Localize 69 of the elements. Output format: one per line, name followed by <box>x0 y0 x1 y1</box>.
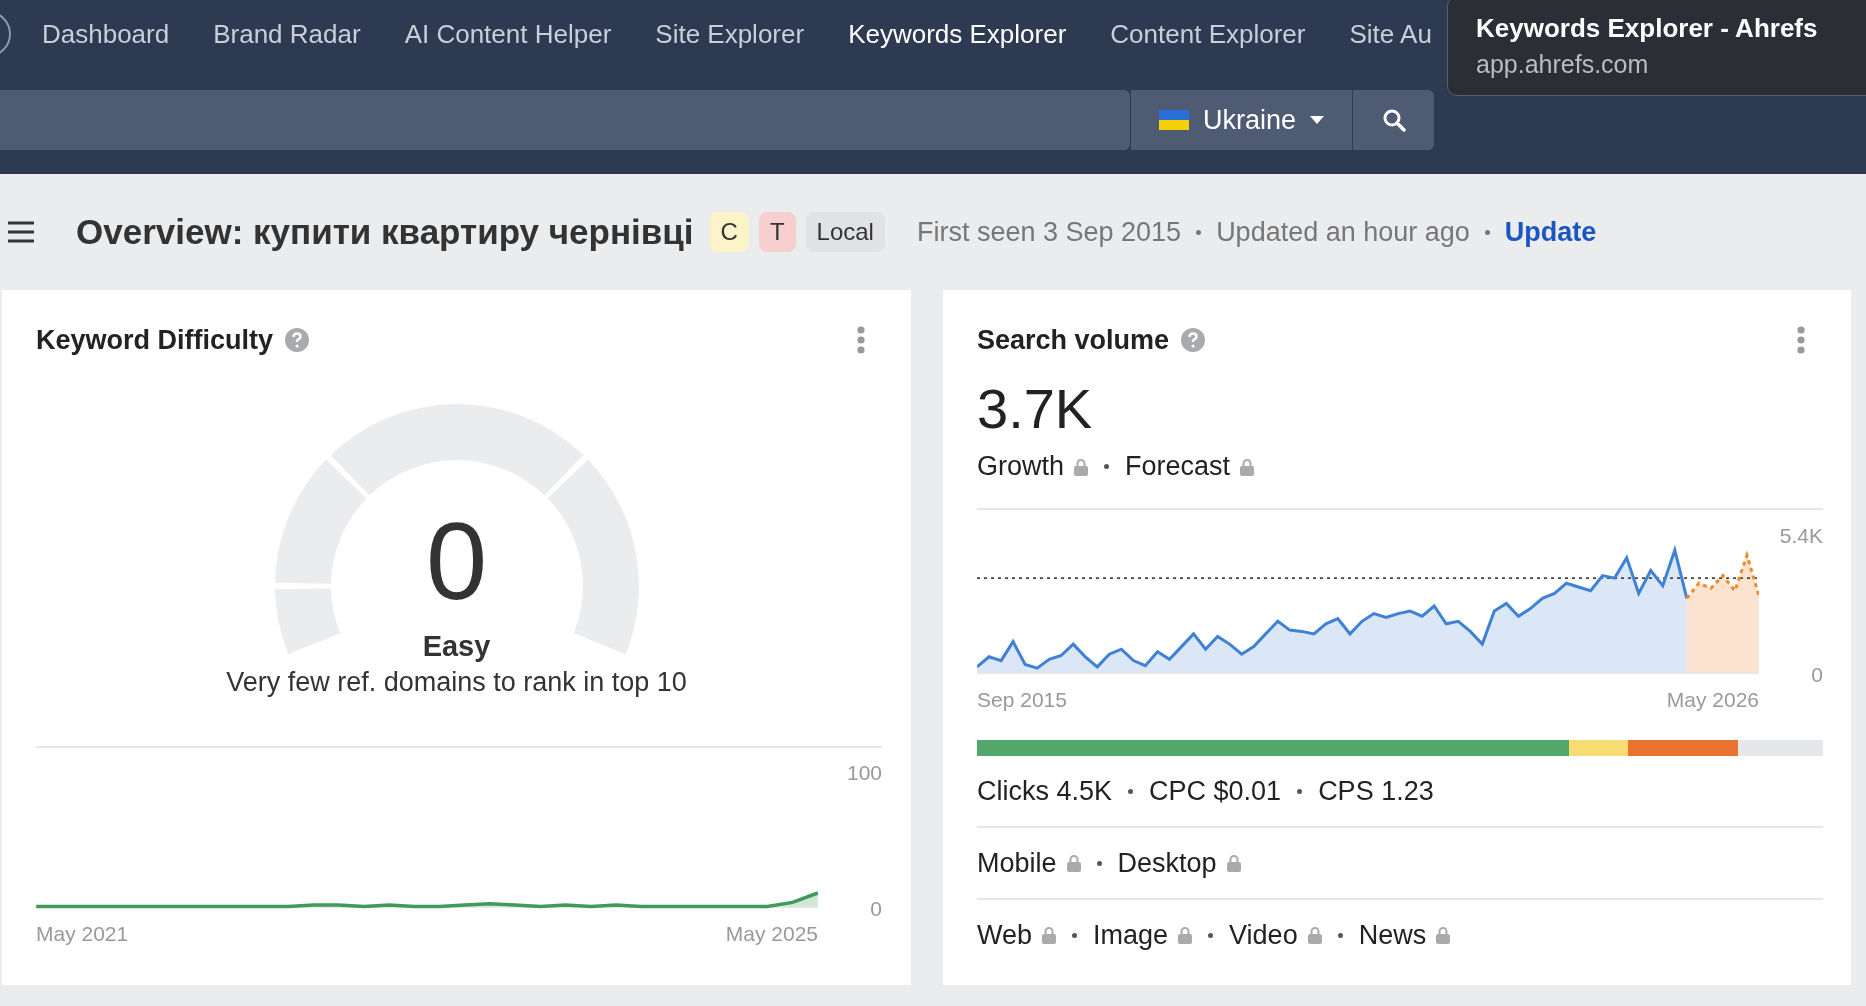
nav-link[interactable]: Dashboard <box>42 18 170 50</box>
caret-icon <box>1310 116 1324 124</box>
menu-icon[interactable] <box>6 220 36 244</box>
separator-dot <box>1072 932 1078 938</box>
axis-tick-label: 0 <box>1811 663 1823 685</box>
updated-text: Updated an hour ago <box>1216 216 1470 248</box>
axis-tick-label: 100 <box>846 761 882 783</box>
tooltip-title: Keywords Explorer - Ahrefs <box>1476 13 1819 44</box>
difficulty-score: 0 <box>425 506 488 616</box>
axis-tick-label: May 2021 <box>36 922 129 946</box>
metric-label: CPS 1.23 <box>1318 775 1434 807</box>
separator-dot <box>1208 932 1214 938</box>
axis-tick-label: 0 <box>870 897 882 919</box>
metric-label: Growth <box>977 451 1065 482</box>
card-title: Search volume <box>977 324 1170 356</box>
axis-tick-label: May 2025 <box>725 922 818 946</box>
difficulty-description: Very few ref. domains to rank in top 10 <box>225 667 688 698</box>
metric-label: Image <box>1093 919 1169 951</box>
tag: C <box>709 212 749 252</box>
separator-dot <box>1484 229 1490 235</box>
metric-label: Desktop <box>1117 847 1217 879</box>
more-options-icon[interactable] <box>857 326 865 354</box>
tag: Local <box>805 212 885 252</box>
separator-dot <box>1297 788 1303 794</box>
separator-dot <box>1096 860 1102 866</box>
metric-label: News <box>1358 919 1427 951</box>
lock-icon <box>1178 926 1193 944</box>
lock-icon <box>1436 926 1451 944</box>
lock-icon <box>1226 854 1241 872</box>
nav-link[interactable]: Site Explorer <box>655 18 805 50</box>
tag: T <box>758 212 796 252</box>
lock-icon <box>1240 457 1255 476</box>
first-seen-text: First seen 3 Sep 2015 <box>916 216 1182 248</box>
difficulty-rating: Easy <box>421 630 492 663</box>
separator-dot <box>1337 932 1343 938</box>
metric-label: Forecast <box>1125 451 1231 482</box>
separator-dot <box>1128 788 1134 794</box>
lock-icon <box>1074 457 1089 476</box>
metric-label: Clicks 4.5K <box>977 775 1113 807</box>
metric-label: Web <box>977 919 1033 951</box>
more-options-icon[interactable] <box>1797 326 1805 354</box>
metric-label: Mobile <box>977 847 1057 879</box>
search-button[interactable] <box>1353 90 1434 150</box>
page-title: Overview: купити квартиру чернівці <box>76 212 694 252</box>
lock-icon <box>1066 854 1081 872</box>
help-icon[interactable] <box>285 328 310 352</box>
nav-link[interactable]: Brand Radar <box>213 18 361 50</box>
metric-label: CPC $0.01 <box>1149 775 1282 807</box>
separator-dot <box>1104 464 1110 469</box>
search-icon <box>1381 108 1406 132</box>
axis-tick-label: 5.4K <box>1779 524 1823 546</box>
update-link[interactable]: Update <box>1504 216 1597 248</box>
nav-link[interactable]: Keywords Explorer <box>848 18 1067 50</box>
search-field[interactable] <box>0 90 1130 150</box>
metric-label: Video <box>1229 919 1298 951</box>
lock-icon <box>1307 926 1322 944</box>
card-title: Keyword Difficulty <box>36 324 274 356</box>
nav-link[interactable]: Site Au <box>1349 18 1432 50</box>
axis-tick-label: Sep 2015 <box>977 688 1067 712</box>
tooltip-url: app.ahrefs.com <box>1476 50 1650 79</box>
nav-link[interactable]: AI Content Helper <box>404 18 612 50</box>
help-icon[interactable] <box>1181 328 1206 352</box>
ukraine-flag-icon <box>1158 110 1189 130</box>
separator-dot <box>1196 229 1202 235</box>
lock-icon <box>1042 926 1057 944</box>
search-volume-value: 3.7K <box>977 376 1094 441</box>
nav-link[interactable]: Content Explorer <box>1110 18 1306 50</box>
country-dropdown[interactable]: Ukraine <box>1131 90 1352 150</box>
axis-tick-label: May 2026 <box>1666 688 1759 712</box>
